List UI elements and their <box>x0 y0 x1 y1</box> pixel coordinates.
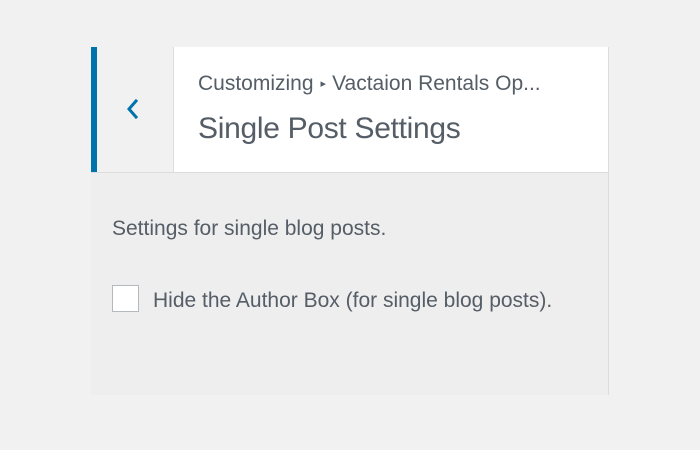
chevron-left-icon <box>127 98 139 120</box>
section-description: Settings for single blog posts. <box>112 217 387 240</box>
breadcrumb-section: Vactaion Rentals Op... <box>332 72 541 95</box>
breadcrumb-root: Customizing <box>198 72 314 95</box>
breadcrumb: Customizing ▸ Vactaion Rentals Op... <box>198 69 593 99</box>
section-header: Customizing ▸ Vactaion Rentals Op... Singl… <box>91 47 608 173</box>
hide-author-box-label[interactable]: Hide the Author Box (for single blog pos… <box>153 283 573 318</box>
hide-author-box-checkbox[interactable] <box>112 285 139 312</box>
breadcrumb-separator-icon: ▸ <box>320 78 327 90</box>
section-title: Single Post Settings <box>198 112 461 145</box>
customizer-section-panel: Customizing ▸ Vactaion Rentals Op... Singl… <box>91 47 609 395</box>
back-button[interactable] <box>91 47 174 172</box>
section-title-area: Customizing ▸ Vactaion Rentals Op... Singl… <box>198 69 593 147</box>
